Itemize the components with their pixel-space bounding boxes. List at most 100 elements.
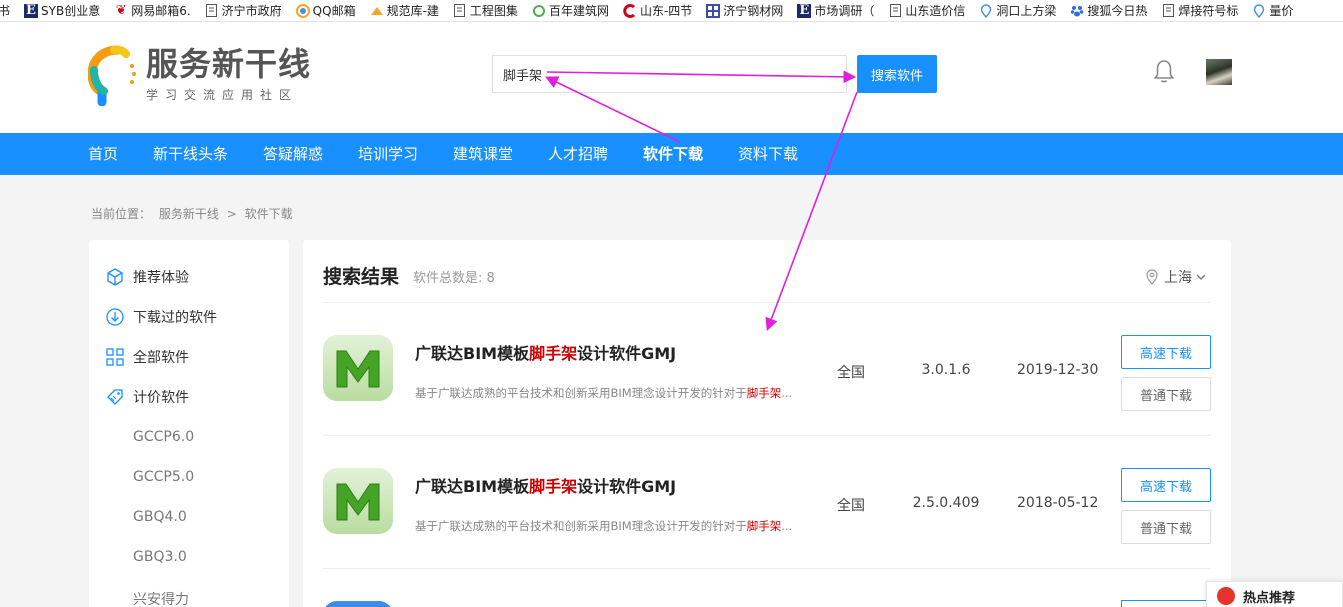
- nav-item-home[interactable]: 首页: [88, 133, 118, 175]
- bookmark-label: 洞口上方梁: [996, 4, 1057, 18]
- page-icon: [888, 4, 902, 18]
- nav-item-qa[interactable]: 答疑解惑: [263, 133, 323, 175]
- breadcrumb-prefix: 当前位置：: [91, 207, 152, 221]
- normal-download-button[interactable]: 普通下载: [1121, 510, 1211, 544]
- hot-recommend-label: 热点推荐: [1243, 590, 1296, 606]
- gmj-app-icon[interactable]: [323, 335, 393, 401]
- category-sidebar: 推荐体验 下载过的软件 全部软件 计价软件 GCCP6.0 GCCP5.0 GB…: [89, 240, 289, 607]
- software-region: 全国: [837, 498, 865, 514]
- nav-item-classroom[interactable]: 建筑课堂: [453, 133, 513, 175]
- bookmark-item[interactable]: 量价: [1252, 2, 1293, 19]
- qq-mail-icon: [295, 3, 310, 18]
- nav-item-docs-download[interactable]: 资料下载: [738, 133, 798, 175]
- results-count: 软件总数是: 8: [413, 271, 495, 286]
- standards-icon: [370, 4, 384, 18]
- bookmark-item[interactable]: 规范库-建: [370, 2, 439, 19]
- logo-mark-icon: [87, 44, 138, 107]
- hot-recommend-panel[interactable]: 热点推荐: [1206, 581, 1343, 607]
- bell-icon[interactable]: [1153, 58, 1175, 84]
- bookmark-item[interactable]: 百年建筑网: [532, 2, 609, 19]
- bookmark-label: 山东-四节: [639, 4, 693, 18]
- location-pin-icon: [1145, 269, 1159, 285]
- app-icon-partial[interactable]: [323, 601, 393, 607]
- nav-item-software-download[interactable]: 软件下载: [643, 133, 703, 175]
- bookmark-item[interactable]: 山东-四节: [623, 2, 692, 19]
- fast-download-button[interactable]: 高速下载: [1121, 335, 1211, 369]
- red-c-icon: [623, 3, 637, 18]
- location-selector[interactable]: 上海: [1145, 267, 1206, 287]
- page-icon: [205, 4, 219, 18]
- sidebar-subitem[interactable]: GBQ3.0: [133, 549, 187, 565]
- bookmark-item[interactable]: 洞口上方梁: [979, 2, 1056, 19]
- software-region: 全国: [837, 365, 865, 381]
- bookmark-item[interactable]: 济宁钢材网: [706, 2, 783, 19]
- bookmark-label: 焊接符号标: [1178, 4, 1239, 18]
- avatar[interactable]: [1206, 59, 1232, 85]
- sidebar-subitem[interactable]: GCCP5.0: [133, 469, 194, 485]
- search-results-panel: 搜索结果 软件总数是: 8 上海 广联达BIM模板脚手架设计软件GMJ 基于广联…: [303, 240, 1231, 607]
- site-logo[interactable]: 服务新干线 学习交流应用社区: [87, 44, 311, 107]
- bookmark-label: 规范库-建: [386, 4, 439, 18]
- bookmark-label: 市场调研（: [814, 4, 875, 18]
- bookmark-label: 山东造价信: [905, 4, 966, 18]
- grid-icon: [105, 347, 125, 367]
- desc-text: ...: [781, 386, 793, 400]
- software-title[interactable]: 广联达BIM模板脚手架设计软件GMJ: [415, 340, 676, 364]
- bookmark-item[interactable]: 工程图集: [453, 2, 518, 19]
- gmj-app-icon[interactable]: [323, 468, 393, 534]
- netease-mail-icon: ❦: [115, 3, 127, 18]
- bookmark-label: SYB创业意: [41, 4, 101, 18]
- bookmark-item[interactable]: 搜狐今日热: [1070, 2, 1147, 19]
- grid-icon: [706, 3, 721, 18]
- green-swirl-icon: [532, 4, 546, 18]
- title-text: 广联达BIM模板: [415, 344, 530, 363]
- title-text: 设计软件GMJ: [577, 477, 677, 496]
- bookmark-item[interactable]: E 市场调研（: [797, 2, 874, 19]
- sidebar-item-pricing[interactable]: 计价软件: [105, 385, 189, 409]
- software-version: 2.5.0.409: [912, 495, 980, 511]
- bookmark-item[interactable]: 济宁市政府: [205, 2, 282, 19]
- nav-item-training[interactable]: 培训学习: [358, 133, 418, 175]
- bookmark-item[interactable]: ❦ 网易邮箱6.: [114, 2, 191, 19]
- sidebar-subitem[interactable]: GCCP6.0: [133, 429, 194, 445]
- software-title[interactable]: 广联达BIM模板脚手架设计软件GMJ: [415, 473, 676, 497]
- search-software-button[interactable]: 搜索软件: [857, 55, 937, 93]
- divider: [323, 435, 1211, 436]
- sidebar-subitem[interactable]: 兴安得力: [133, 589, 189, 607]
- desc-text: 基于广联达成熟的平台技术和创新采用BIM理念设计开发的针对于: [415, 519, 747, 533]
- bookmark-label: 济宁钢材网: [723, 4, 784, 18]
- bookmark-item[interactable]: QQ邮箱: [295, 2, 356, 19]
- bookmark-item[interactable]: 书: [0, 2, 10, 19]
- bookmark-item[interactable]: 山东造价信: [888, 2, 965, 19]
- bookmarks-bar: 书 ESYB创业意 ❦网易邮箱6. 济宁市政府 QQ邮箱 规范库-建 工程图集 …: [0, 0, 1343, 22]
- bookmark-label: 济宁市政府: [221, 4, 282, 18]
- sidebar-subitem[interactable]: GBQ4.0: [133, 509, 187, 525]
- cube-icon: [105, 267, 125, 287]
- breadcrumb: 当前位置： 服务新干线 > 软件下载: [91, 205, 297, 222]
- software-date: 2018-05-12: [1017, 495, 1099, 511]
- nav-item-headlines[interactable]: 新干线头条: [153, 133, 228, 175]
- sidebar-item-all[interactable]: 全部软件: [105, 345, 189, 369]
- title-highlight: 脚手架: [529, 344, 578, 363]
- normal-download-button[interactable]: 普通下载: [1121, 377, 1211, 411]
- title-text: 广联达BIM模板: [415, 477, 530, 496]
- sidebar-item-label: 全部软件: [133, 350, 189, 366]
- bookmark-label: 书: [0, 2, 10, 19]
- main-nav: 首页 新干线头条 答疑解惑 培训学习 建筑课堂 人才招聘 软件下载 资料下载: [0, 133, 1343, 175]
- nav-item-jobs[interactable]: 人才招聘: [548, 133, 608, 175]
- search-input[interactable]: [493, 56, 846, 92]
- fast-download-button-partial[interactable]: [1121, 600, 1211, 607]
- sidebar-item-recommended[interactable]: 推荐体验: [105, 265, 189, 289]
- bookmark-item[interactable]: E SYB创业意: [24, 2, 100, 19]
- desc-highlight: 脚手架: [746, 519, 782, 533]
- breadcrumb-home-link[interactable]: 服务新干线: [159, 207, 219, 221]
- sidebar-item-downloaded[interactable]: 下载过的软件: [105, 305, 217, 329]
- fast-download-button[interactable]: 高速下载: [1121, 468, 1211, 502]
- bookmark-item[interactable]: 焊接符号标: [1161, 2, 1238, 19]
- divider: [323, 302, 1211, 303]
- title-text: 设计软件GMJ: [577, 344, 677, 363]
- sidebar-item-label: 推荐体验: [133, 270, 189, 286]
- breadcrumb-current[interactable]: 软件下载: [245, 207, 293, 221]
- page-icon: [453, 4, 467, 18]
- paw-icon: [1070, 4, 1084, 18]
